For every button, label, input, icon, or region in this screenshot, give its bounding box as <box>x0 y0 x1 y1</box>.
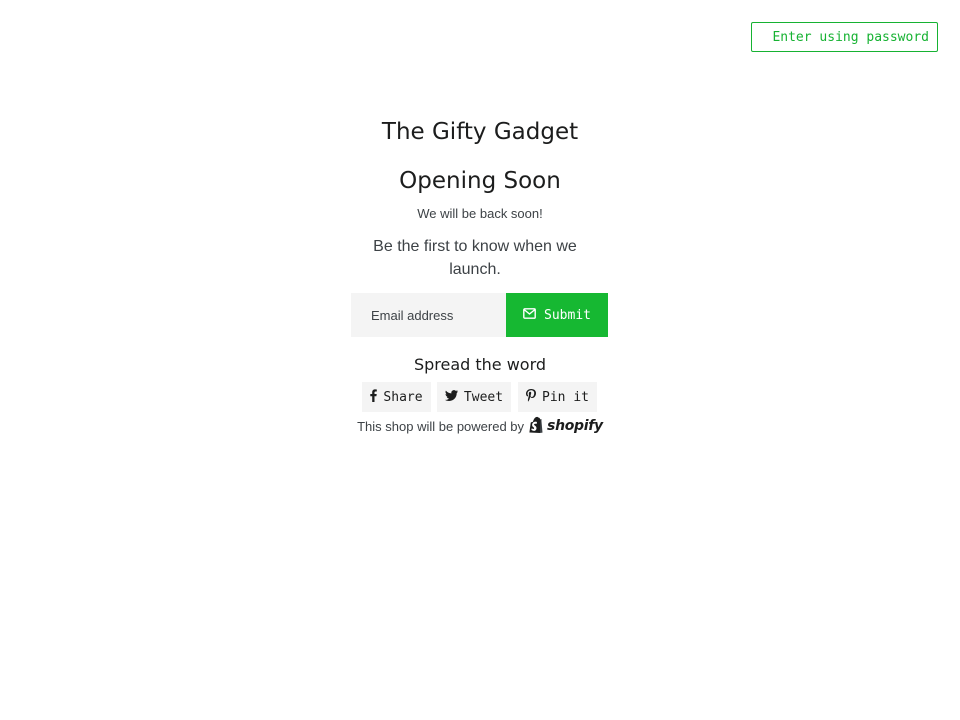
shop-name: The Gifty Gadget <box>381 119 579 145</box>
page-heading: Opening Soon <box>399 168 561 194</box>
shopify-logo-link[interactable]: shopify <box>529 416 603 436</box>
twitter-tweet-button[interactable]: Tweet <box>437 382 511 412</box>
newsletter-form: Submit <box>351 293 608 337</box>
tweet-label: Tweet <box>463 389 504 405</box>
status-message: We will be back soon! <box>417 206 543 221</box>
pinterest-icon <box>526 388 537 406</box>
pinterest-pin-button[interactable]: Pin it <box>518 382 597 412</box>
email-input[interactable] <box>351 293 506 337</box>
share-title: Spread the word <box>413 355 547 374</box>
submit-button[interactable]: Submit <box>506 293 608 337</box>
pin-label: Pin it <box>542 389 589 405</box>
powered-by: This shop will be powered by shopify <box>0 416 960 436</box>
powered-text: This shop will be powered by <box>357 418 525 434</box>
share-label: Share <box>383 389 423 405</box>
enter-password-button[interactable]: Enter using password <box>751 22 938 52</box>
facebook-share-button[interactable]: Share <box>362 382 431 412</box>
shopify-wordmark: shopify <box>547 418 603 434</box>
shopify-bag-icon <box>529 416 544 436</box>
envelope-icon <box>523 307 536 323</box>
signup-text: Be the first to know when we launch. <box>373 238 577 278</box>
facebook-icon <box>370 388 378 406</box>
enter-password-label: Enter using password <box>772 29 929 45</box>
submit-label: Submit <box>544 307 591 323</box>
twitter-icon <box>444 389 458 405</box>
